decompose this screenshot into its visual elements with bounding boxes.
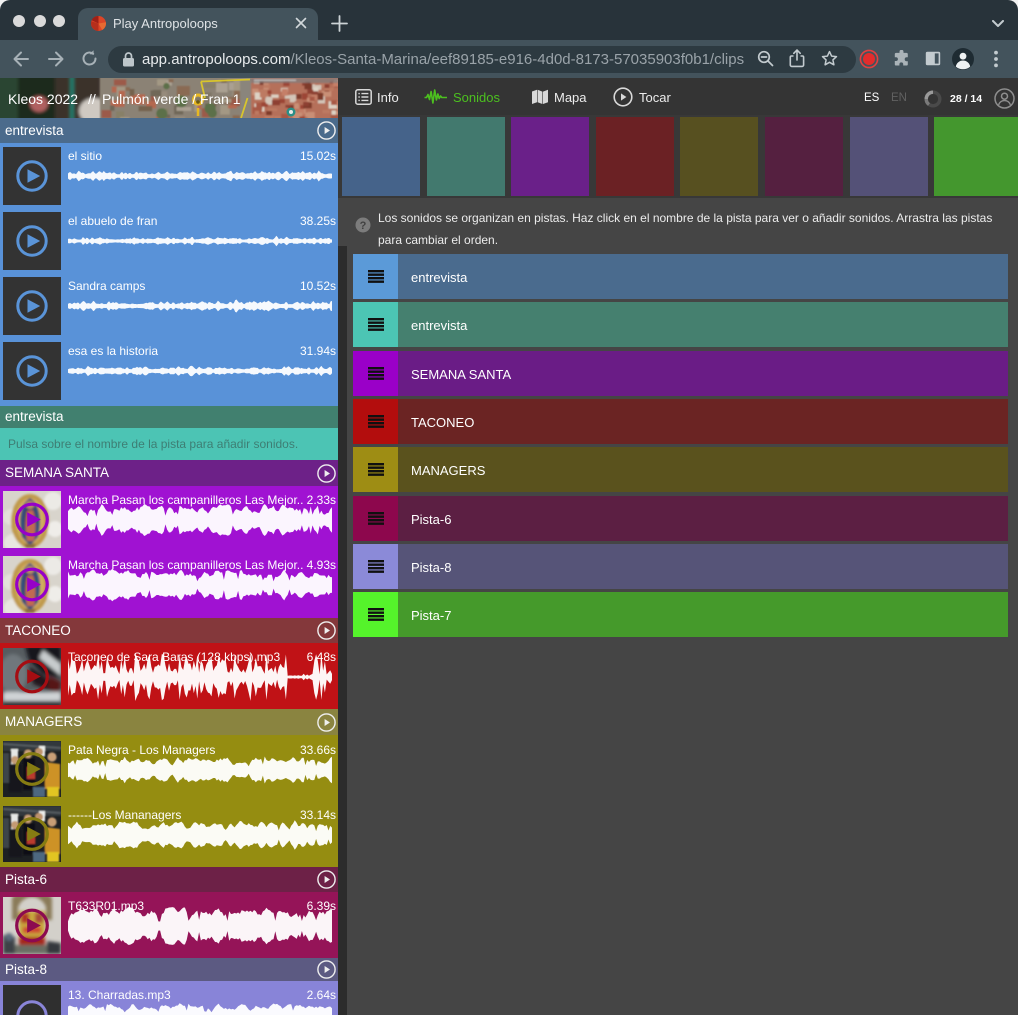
svg-text:?: ? <box>360 220 367 232</box>
